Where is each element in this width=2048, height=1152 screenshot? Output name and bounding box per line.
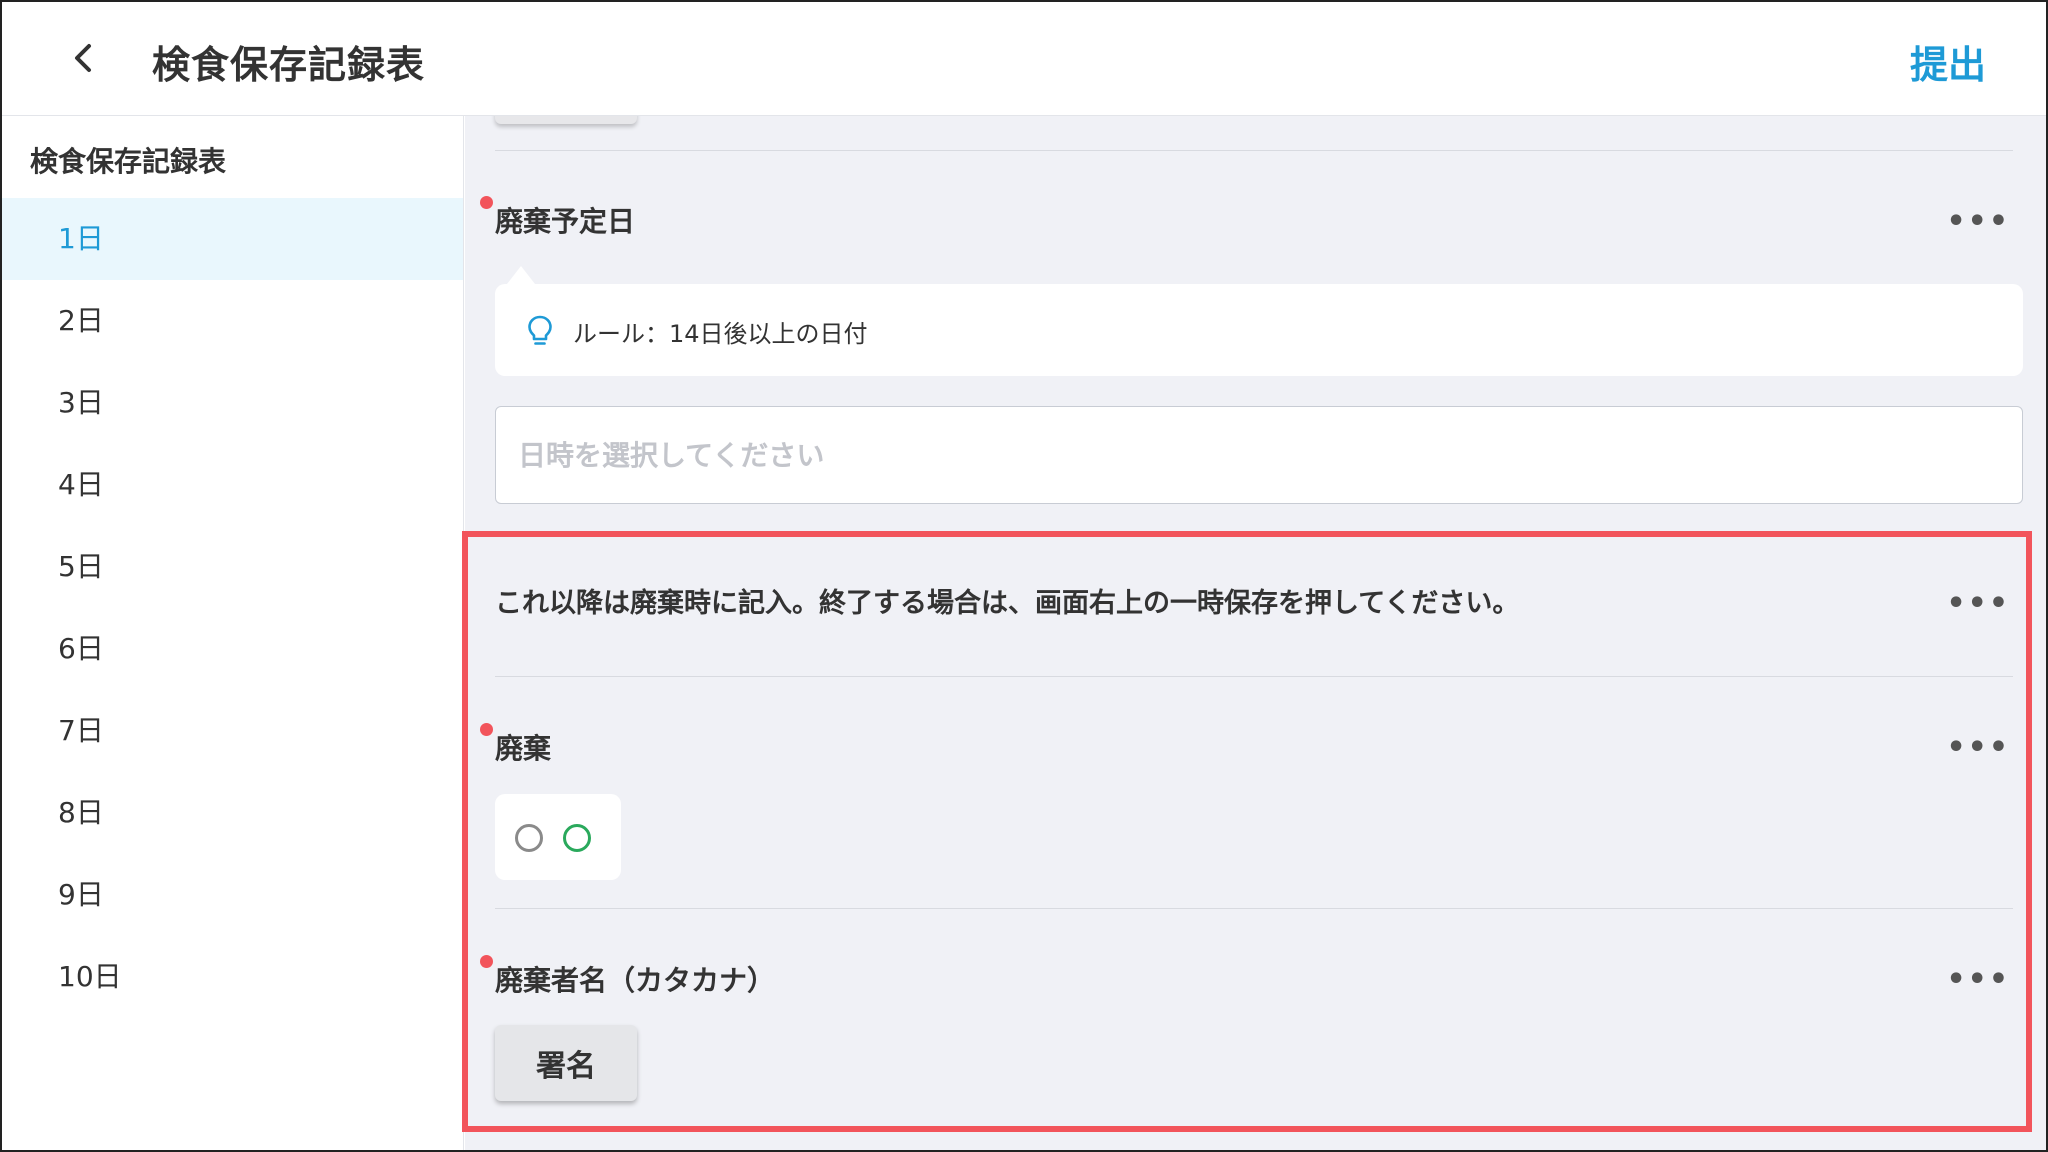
chevron-left-icon[interactable] bbox=[62, 36, 106, 80]
sidebar-item-day-10[interactable]: 10日 bbox=[2, 936, 463, 1018]
disposal-date-more-button[interactable]: ••• bbox=[1946, 207, 2010, 237]
disposal-date-label: 廃棄予定日 bbox=[495, 205, 636, 238]
sidebar-item-day-5[interactable]: 5日 bbox=[2, 526, 463, 608]
sidebar-item-day-8[interactable]: 8日 bbox=[2, 772, 463, 854]
sidebar-item-day-9[interactable]: 9日 bbox=[2, 854, 463, 936]
disposal-label: 廃棄 bbox=[495, 732, 552, 765]
app-header: 検食保存記録表 提出 bbox=[2, 2, 2046, 116]
divider bbox=[495, 908, 2013, 909]
radio-option-gray[interactable] bbox=[515, 824, 543, 852]
rule-tooltip-arrow bbox=[507, 266, 535, 284]
datetime-input[interactable] bbox=[495, 406, 2023, 504]
disposer-name-label: 廃棄者名（カタカナ） bbox=[495, 964, 776, 997]
previous-button-edge[interactable] bbox=[495, 116, 637, 124]
sidebar-item-day-7[interactable]: 7日 bbox=[2, 690, 463, 772]
sign-button[interactable]: 署名 bbox=[495, 1025, 637, 1101]
sidebar-item-day-3[interactable]: 3日 bbox=[2, 362, 463, 444]
disposal-options bbox=[495, 794, 621, 880]
required-indicator bbox=[480, 955, 493, 968]
page-title: 検食保存記録表 bbox=[152, 43, 426, 87]
sidebar-item-day-4[interactable]: 4日 bbox=[2, 444, 463, 526]
notice-text: これ以降は廃棄時に記入。終了する場合は、画面右上の一時保存を押してください。 bbox=[495, 588, 1520, 619]
sidebar-item-day-1[interactable]: 1日 bbox=[2, 198, 463, 280]
notice-more-button[interactable]: ••• bbox=[1946, 589, 2010, 619]
submit-button[interactable]: 提出 bbox=[1910, 34, 1986, 89]
required-indicator bbox=[480, 723, 493, 736]
divider bbox=[495, 676, 2013, 677]
required-indicator bbox=[480, 196, 493, 209]
lightbulb-icon bbox=[525, 314, 555, 348]
rule-text: ルール：14日後以上の日付 bbox=[573, 320, 868, 348]
divider bbox=[495, 150, 2013, 151]
radio-option-green[interactable] bbox=[563, 824, 591, 852]
disposer-name-more-button[interactable]: ••• bbox=[1946, 965, 2010, 995]
form-content[interactable]: 廃棄予定日 ••• ルール：14日後以上の日付 これ以降は廃棄時に記入。終了する… bbox=[465, 116, 2046, 1150]
sidebar: 検食保存記録表 1日 2日 3日 4日 5日 6日 7日 8日 9日 10日 bbox=[2, 116, 464, 1150]
app-window: 検食保存記録表 提出 検食保存記録表 1日 2日 3日 4日 5日 6日 7日 … bbox=[0, 0, 2048, 1152]
sidebar-item-day-2[interactable]: 2日 bbox=[2, 280, 463, 362]
disposal-more-button[interactable]: ••• bbox=[1946, 733, 2010, 763]
sidebar-item-day-6[interactable]: 6日 bbox=[2, 608, 463, 690]
day-nav-list: 1日 2日 3日 4日 5日 6日 7日 8日 9日 10日 bbox=[2, 198, 463, 1018]
sidebar-title: 検食保存記録表 bbox=[30, 145, 227, 178]
rule-hint: ルール：14日後以上の日付 bbox=[495, 284, 2023, 376]
